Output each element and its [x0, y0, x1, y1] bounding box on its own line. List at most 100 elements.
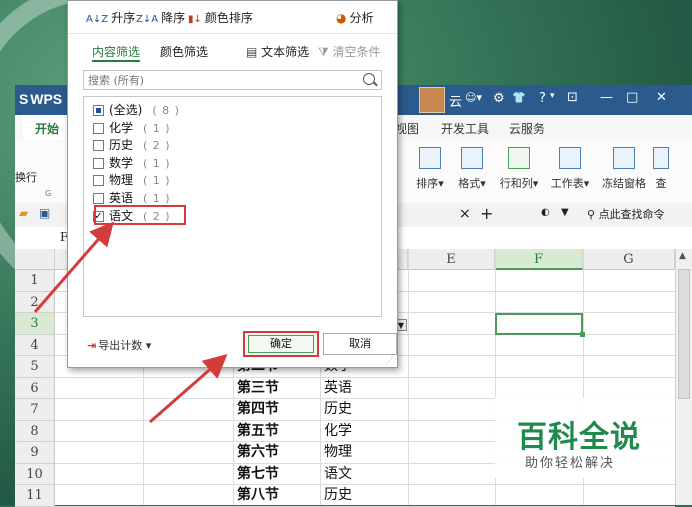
save-icon[interactable]: ▣: [39, 206, 50, 220]
scroll-up-icon[interactable]: ▲: [679, 251, 686, 261]
close-doc-tab-icon[interactable]: ×: [459, 206, 471, 222]
selected-cell[interactable]: [495, 313, 583, 335]
row-header[interactable]: 9: [15, 442, 55, 464]
sort-by-color-button[interactable]: ▮↓ 颜色排序: [188, 9, 253, 26]
filter-mode-icon[interactable]: ▼: [561, 207, 569, 218]
wrap-text-label[interactable]: 换行: [15, 169, 37, 185]
wps-logo[interactable]: S WPS: [19, 91, 62, 107]
cell-subject[interactable]: 历史: [324, 399, 352, 420]
row-header[interactable]: 8: [15, 420, 55, 442]
filter-list-item[interactable]: 物理 ( 1 ): [93, 171, 171, 187]
sort-icon: [419, 147, 441, 169]
cell-section[interactable]: 第七节: [237, 464, 279, 485]
active-tab-underline: [92, 60, 140, 62]
row-header[interactable]: 11: [15, 485, 55, 507]
row-header[interactable]: 7: [15, 399, 55, 421]
tab-cloud-service[interactable]: 云服务: [509, 120, 545, 137]
tab-content-filter[interactable]: 内容筛选: [92, 43, 140, 60]
cell-section[interactable]: 第三节: [237, 378, 279, 399]
search-icon: ⚲: [587, 208, 599, 221]
format-button[interactable]: 格式▾: [452, 141, 492, 201]
column-header-f[interactable]: F: [495, 249, 583, 270]
search-icon[interactable]: [363, 73, 375, 85]
column-header-g[interactable]: G: [583, 249, 675, 270]
checkbox[interactable]: [93, 175, 104, 187]
minimize-button[interactable]: —: [600, 90, 613, 105]
find-icon: [653, 147, 669, 169]
cell-subject[interactable]: 化学: [324, 421, 352, 442]
settings-icon[interactable]: ⚙: [493, 91, 505, 106]
rows-cols-icon: [508, 147, 530, 169]
filter-tabs: 内容筛选 颜色筛选 ▤ 文本筛选 ⧩ 清空条件: [68, 33, 397, 63]
tab-color-filter[interactable]: 颜色筛选: [160, 43, 208, 60]
row-header[interactable]: 4: [15, 334, 55, 356]
freeze-panes-button[interactable]: 冻结窗格: [600, 141, 648, 201]
vertical-scrollbar[interactable]: ▲: [675, 249, 692, 505]
checkbox[interactable]: [93, 140, 104, 152]
row-header[interactable]: 3: [15, 313, 55, 335]
cancel-button[interactable]: 取消: [323, 333, 397, 355]
filter-list-item[interactable]: (全选) ( 8 ): [93, 101, 180, 117]
find-button[interactable]: 查: [651, 141, 671, 201]
resize-grip-icon[interactable]: ⋰: [386, 357, 393, 365]
cell-subject[interactable]: 语文: [324, 464, 352, 485]
chevron-down-icon: ▼: [397, 321, 405, 330]
sort-descending-button[interactable]: Z↓A 降序: [136, 9, 185, 26]
cell-subject[interactable]: 物理: [324, 442, 352, 463]
row-header[interactable]: 1: [15, 270, 55, 292]
cell-section[interactable]: 第八节: [237, 485, 279, 506]
row-header[interactable]: 5: [15, 356, 55, 378]
cell-section[interactable]: 第四节: [237, 399, 279, 420]
new-doc-tab-icon[interactable]: +: [480, 204, 493, 223]
filter-list-item[interactable]: 化学 ( 1 ): [93, 119, 171, 135]
sort-ascending-button[interactable]: A↓Z 升序: [86, 9, 135, 26]
user-avatar[interactable]: [419, 87, 445, 113]
close-button[interactable]: ✕: [656, 90, 667, 105]
row-header[interactable]: 10: [15, 463, 55, 485]
cell-section[interactable]: 第五节: [237, 421, 279, 442]
cell-subject[interactable]: 英语: [324, 378, 352, 399]
worksheet-button[interactable]: 工作表▾: [547, 141, 593, 201]
rows-cols-button[interactable]: 行和列▾: [496, 141, 542, 201]
export-count-button[interactable]: ⇥ 导出计数 ▾: [87, 337, 151, 353]
worksheet-icon: [559, 147, 581, 169]
tab-view[interactable]: 视图: [395, 120, 419, 137]
filter-list-item[interactable]: 历史 ( 2 ): [93, 136, 171, 152]
sort-button[interactable]: 排序▾: [410, 141, 450, 201]
help-caret-icon[interactable]: ▾: [550, 91, 555, 101]
column-header-e[interactable]: E: [408, 249, 495, 270]
checkbox[interactable]: [93, 105, 104, 116]
row-header[interactable]: 6: [15, 377, 55, 399]
checkbox[interactable]: [93, 122, 104, 134]
filter-list-item[interactable]: 英语 ( 1 ): [93, 189, 171, 205]
text-filter-button[interactable]: ▤ 文本筛选: [246, 43, 309, 60]
scroll-thumb[interactable]: [678, 269, 690, 399]
command-search[interactable]: ⚲ 点此查找命令: [587, 206, 665, 222]
maximize-button[interactable]: □: [626, 90, 638, 105]
grid-line: [55, 505, 675, 507]
filter-search-box[interactable]: [83, 70, 382, 90]
upload-box-icon[interactable]: ⊡: [567, 90, 578, 105]
clear-condition-button[interactable]: ⧩ 清空条件: [318, 43, 381, 60]
cell-section[interactable]: 第六节: [237, 442, 279, 463]
checkbox[interactable]: [93, 193, 104, 204]
help-icon[interactable]: ?: [539, 91, 546, 106]
filter-list-item[interactable]: 数学 ( 1 ): [93, 154, 171, 170]
row-header[interactable]: 2: [15, 291, 55, 313]
select-all-corner[interactable]: [15, 249, 55, 270]
filter-search-input[interactable]: [84, 71, 358, 89]
tab-developer[interactable]: 开发工具: [441, 120, 489, 137]
skin-icon[interactable]: 👕: [512, 91, 526, 104]
tab-home[interactable]: 开始: [23, 115, 72, 140]
filter-item-label: 数学: [109, 155, 134, 170]
open-folder-icon[interactable]: ▰: [19, 206, 28, 220]
fill-handle[interactable]: [580, 332, 585, 337]
checkbox[interactable]: [93, 157, 104, 169]
user-menu-icon[interactable]: ☺▾: [465, 91, 482, 104]
ok-button[interactable]: 确定: [243, 331, 319, 357]
analyze-button[interactable]: ◕ 分析: [336, 9, 374, 26]
grid-line: [55, 484, 675, 485]
cell-subject[interactable]: 历史: [324, 485, 352, 506]
dark-mode-icon[interactable]: ◐: [541, 207, 550, 218]
user-name[interactable]: 云: [449, 91, 462, 110]
